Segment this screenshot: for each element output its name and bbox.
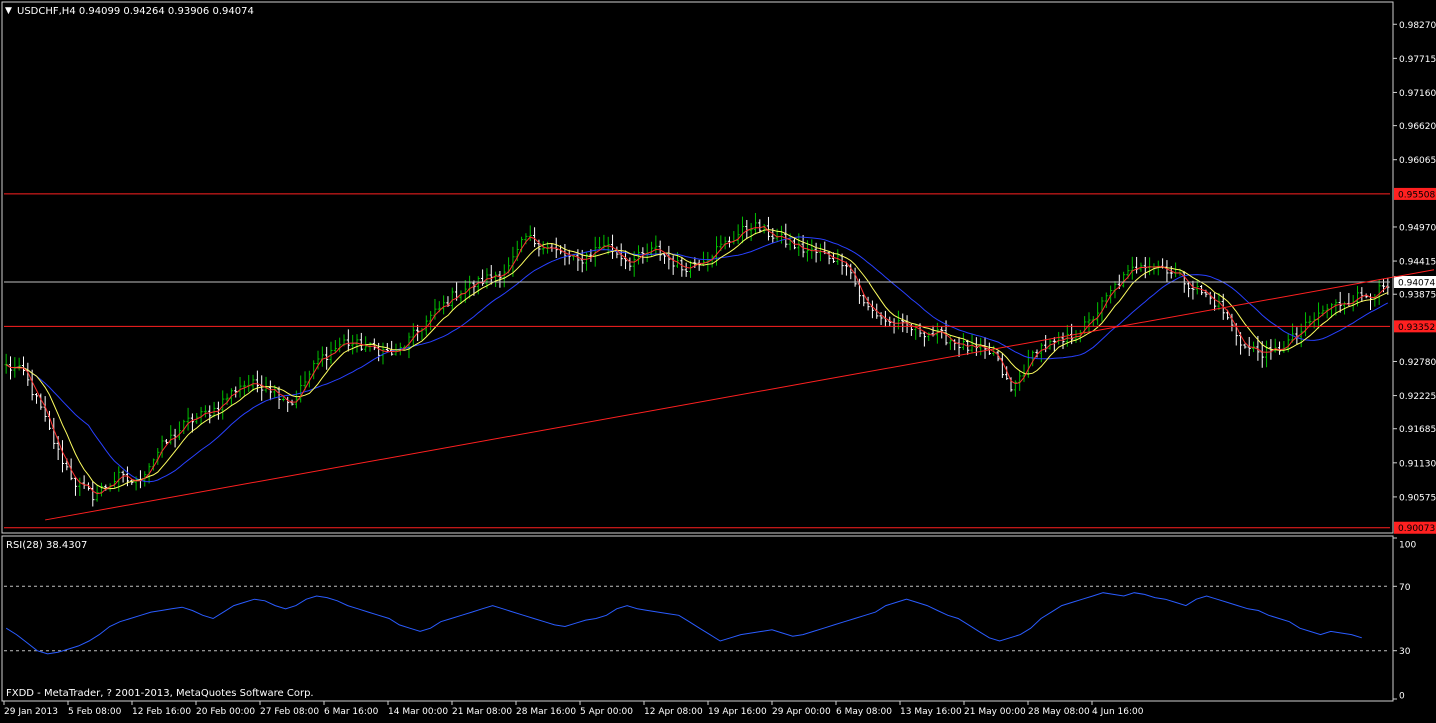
time-tick-label: 4 Jun 16:00	[1092, 707, 1144, 717]
time-tick-label: 14 Mar 00:00	[388, 707, 448, 717]
price-tick-label: 0.96620	[1399, 122, 1436, 132]
price-tick-label: 0.91130	[1399, 459, 1436, 469]
time-tick-label: 28 May 08:00	[1028, 707, 1090, 717]
price-tick-label: 0.92780	[1399, 358, 1436, 368]
time-tick-label: 12 Apr 08:00	[644, 707, 703, 717]
time-tick-label: 6 May 08:00	[836, 707, 892, 717]
price-tick-label: 0.92225	[1399, 392, 1436, 402]
time-tick-label: 13 May 16:00	[900, 707, 962, 717]
time-tick-label: 6 Mar 16:00	[324, 707, 379, 717]
rsi-label: RSI(28) 38.4307	[6, 540, 87, 551]
horizontal-line-label: 0.95508	[1398, 190, 1435, 200]
rsi-tick-label: 30	[1399, 647, 1411, 657]
horizontal-line-label: 0.93352	[1398, 323, 1435, 333]
chart-window[interactable]: 0.98270 0.97715 0.97160 0.96620 0.96065 0.949…	[0, 0, 1436, 719]
time-tick-label: 27 Feb 08:00	[260, 707, 319, 717]
time-tick-label: 5 Feb 08:00	[68, 707, 122, 717]
price-tick-label: 0.94415	[1399, 258, 1436, 268]
horizontal-line-label: 0.90073	[1398, 524, 1435, 534]
price-tick-label: 0.91685	[1399, 425, 1436, 435]
rsi-tick-label: 100	[1399, 541, 1416, 551]
rsi-tick-label: 0	[1399, 692, 1405, 702]
price-tick-label: 0.90575	[1399, 493, 1436, 503]
time-tick-label: 28 Mar 16:00	[516, 707, 576, 717]
time-tick-label: 20 Feb 00:00	[196, 707, 255, 717]
time-tick-label: 21 May 00:00	[964, 707, 1026, 717]
price-tick-label: 0.97160	[1399, 89, 1436, 99]
symbol-menu-arrow[interactable]: ▼	[5, 6, 12, 16]
chart-canvas[interactable]: 0.98270 0.97715 0.97160 0.96620 0.96065 0.949…	[0, 0, 1436, 719]
rsi-tick-label: 70	[1399, 583, 1411, 593]
time-tick-label: 19 Apr 16:00	[708, 707, 767, 717]
time-tick-label: 21 Mar 08:00	[452, 707, 512, 717]
copyright-text: FXDD - MetaTrader, ? 2001-2013, MetaQuot…	[6, 688, 314, 699]
time-tick-label: 5 Apr 00:00	[580, 707, 633, 717]
current-price-label: 0.94074	[1398, 278, 1435, 288]
price-tick-label: 0.97715	[1399, 55, 1436, 65]
symbol-info: USDCHF,H4 0.94099 0.94264 0.93906 0.9407…	[17, 6, 254, 17]
time-tick-label: 12 Feb 16:00	[132, 707, 191, 717]
price-tick-label: 0.96065	[1399, 156, 1436, 166]
price-tick-label: 0.94970	[1399, 223, 1436, 233]
time-tick-label: 29 Jan 2013	[4, 707, 58, 717]
price-axis: 0.98270 0.97715 0.97160 0.96620 0.96065 0.949…	[1393, 21, 1436, 503]
price-tick-label: 0.93875	[1399, 291, 1436, 301]
chart-background	[0, 0, 1436, 719]
time-tick-label: 29 Apr 00:00	[772, 707, 831, 717]
price-tick-label: 0.98270	[1399, 21, 1436, 31]
